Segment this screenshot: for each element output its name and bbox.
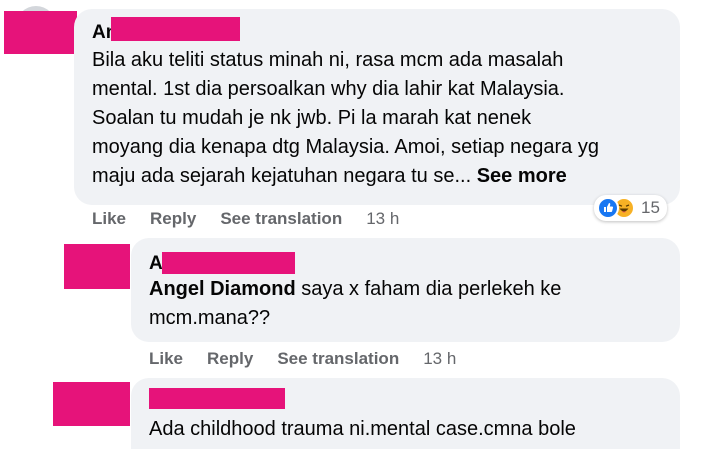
reply-actions: Like Reply See translation 13 h [149,348,456,370]
redacted-author-name [149,388,285,409]
see-more-link[interactable]: See more [477,165,567,187]
reply-line: Angel Diamond saya x faham dia perlekeh … [149,275,669,304]
like-button[interactable]: Like [149,348,183,370]
comment-line: maju ada sejarah kejatuhan negara tu se.… [92,162,672,191]
comment-text: Bila aku teliti status minah ni, rasa mc… [92,46,672,191]
comment-line-text: maju ada sejarah kejatuhan negara tu se.… [92,165,472,187]
comment-line: moyang dia kenapa dtg Malaysia. Amoi, se… [92,136,599,158]
comment-actions: Like Reply See translation 13 h [92,208,399,230]
reply-text: Angel Diamond saya x faham dia perlekeh … [149,275,669,333]
like-icon [597,197,619,219]
redacted-author-name [111,17,240,41]
reply-line-text: saya x faham dia perlekeh ke [295,278,562,300]
reply-author[interactable]: A [149,252,163,276]
like-button[interactable]: Like [92,208,126,230]
reaction-count: 15 [641,198,660,217]
redacted-avatar [4,11,77,54]
see-translation-link[interactable]: See translation [277,348,399,370]
timestamp[interactable]: 13 h [423,348,456,370]
mention-link[interactable]: Angel Diamond [149,278,296,300]
reply-text: Ada childhood trauma ni.mental case.cmna… [149,415,669,444]
redacted-avatar [53,382,130,426]
reply-line: Ada childhood trauma ni.mental case.cmna… [149,418,576,440]
reaction-summary[interactable]: 15 [594,195,667,221]
redacted-avatar [64,244,130,289]
reply-button[interactable]: Reply [150,208,196,230]
comment-line: Soalan tu mudah je nk jwb. Pi la marah k… [92,107,532,129]
reply-button[interactable]: Reply [207,348,253,370]
reply-line: mcm.mana?? [149,307,271,329]
see-translation-link[interactable]: See translation [220,208,342,230]
comment-line: mental. 1st dia persoalkan why dia lahir… [92,78,565,100]
timestamp[interactable]: 13 h [366,208,399,230]
author-name-visible[interactable]: A [149,253,163,274]
redacted-author-name [162,252,295,274]
comment-line: Bila aku teliti status minah ni, rasa mc… [92,49,564,71]
